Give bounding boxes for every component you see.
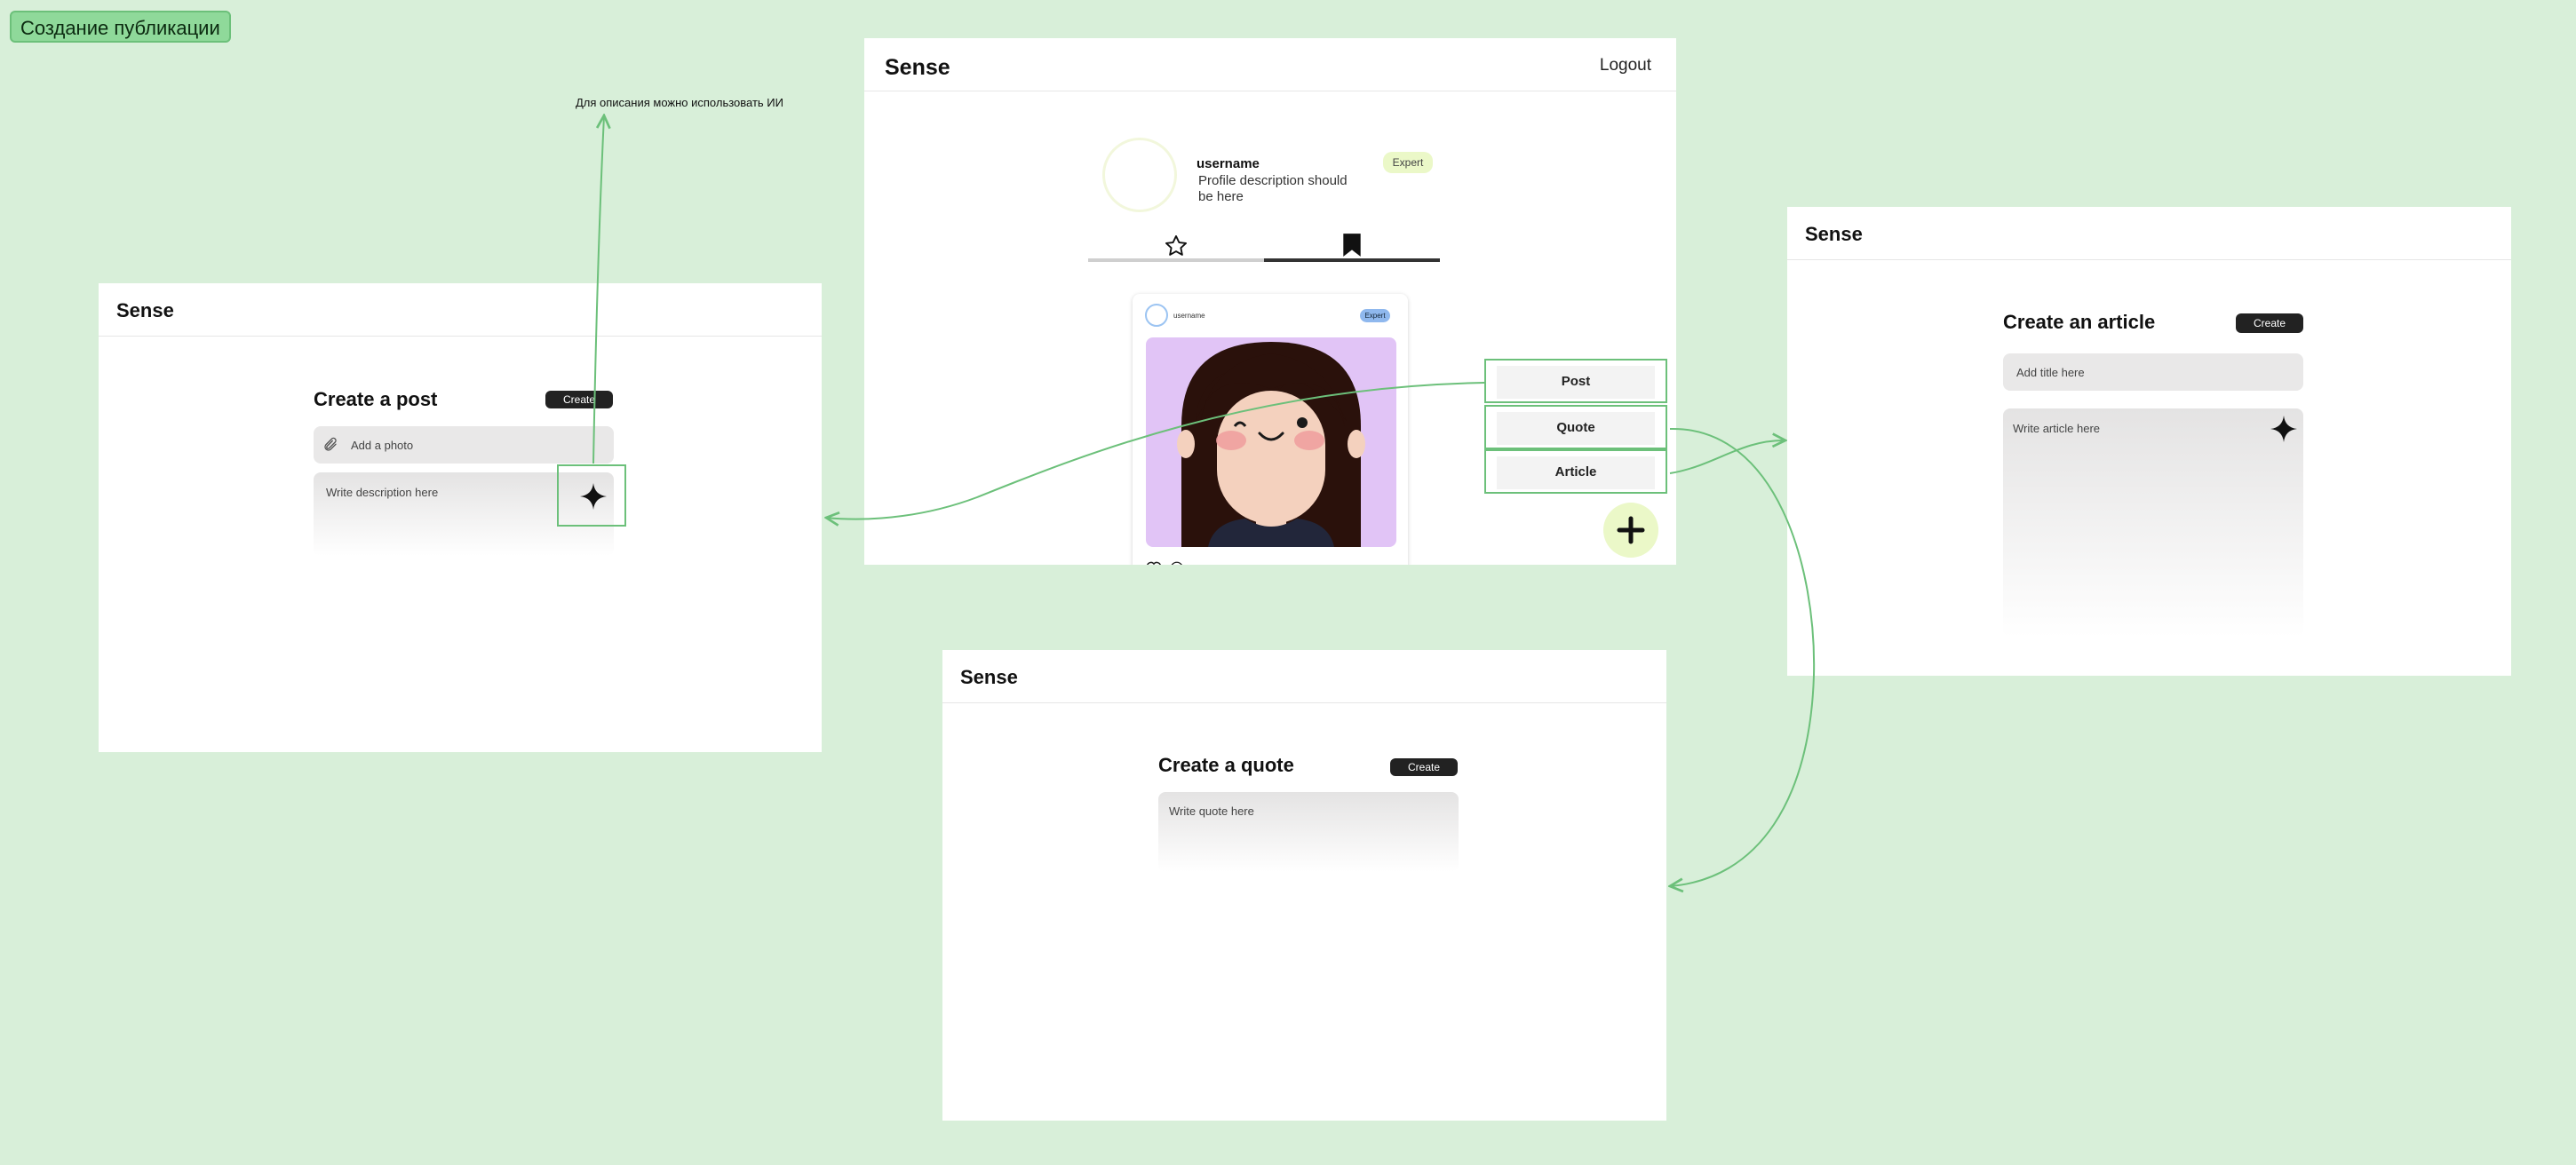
flow-connectors xyxy=(592,0,1816,1165)
connector-article xyxy=(1669,440,1785,474)
connector-quote xyxy=(1670,427,1816,886)
connector-ai-note xyxy=(592,115,604,464)
connector-post xyxy=(826,382,1485,519)
